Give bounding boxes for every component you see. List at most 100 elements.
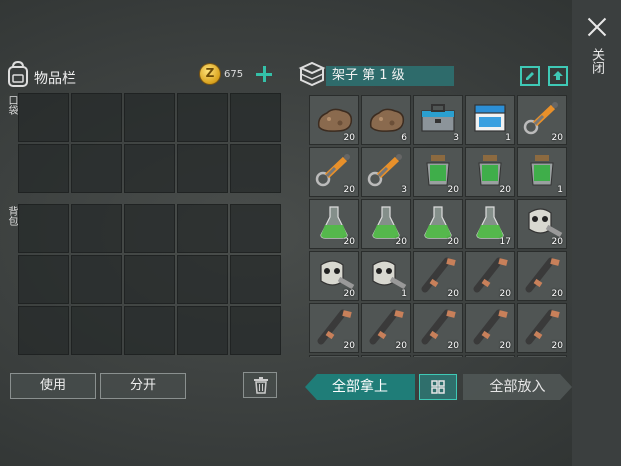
shelf-slot[interactable]: 1	[361, 251, 411, 301]
item-quantity: 20	[343, 185, 355, 195]
shelf-slot[interactable]: 20	[309, 147, 359, 197]
shelf-slot[interactable]: 20	[361, 303, 411, 353]
rename-button[interactable]	[520, 66, 540, 86]
pocket-slot[interactable]	[177, 93, 228, 142]
shelf-slot[interactable]	[361, 355, 411, 357]
stone-icon	[369, 108, 405, 132]
item-quantity: 20	[499, 185, 511, 195]
trash-button[interactable]	[243, 372, 277, 398]
coin-count: 675	[224, 69, 244, 80]
shelf-slot[interactable]: 1	[517, 147, 567, 197]
pocket-slot[interactable]	[71, 93, 122, 142]
shelf-title: 架子 第 1 级	[326, 66, 454, 86]
backpack-slot[interactable]	[177, 204, 228, 253]
shelf-slot[interactable]: 20	[517, 251, 567, 301]
shelf-slot[interactable]: 20	[465, 147, 515, 197]
backpack-slot[interactable]	[230, 255, 281, 304]
item-quantity: 20	[447, 185, 459, 195]
edit-icon	[526, 72, 534, 80]
shelf-slot[interactable]: 20	[413, 251, 463, 301]
add-coins-button[interactable]	[256, 66, 272, 82]
stone-icon	[317, 108, 353, 132]
shelf-slot[interactable]	[309, 355, 359, 357]
use-button[interactable]: 使用	[10, 373, 96, 399]
shelf-slot[interactable]: 20	[413, 199, 463, 249]
pocket-slot[interactable]	[18, 144, 69, 193]
shelf-slot[interactable]: 20	[465, 251, 515, 301]
item-quantity: 3	[453, 133, 459, 143]
item-quantity: 20	[447, 289, 459, 299]
item-quantity: 20	[499, 341, 511, 351]
item-quantity: 20	[395, 237, 407, 247]
backpack-slot[interactable]	[177, 255, 228, 304]
pocket-slot[interactable]	[124, 144, 175, 193]
item-quantity: 1	[401, 289, 407, 299]
pipe-icon	[525, 309, 560, 345]
backpack-slot[interactable]	[124, 255, 175, 304]
green-flask-icon	[320, 206, 348, 239]
item-quantity: 6	[401, 133, 407, 143]
green-canister-icon	[426, 155, 450, 186]
backpack-slot[interactable]	[124, 204, 175, 253]
item-quantity: 20	[551, 289, 563, 299]
shelf-slot[interactable]: 6	[361, 95, 411, 145]
backpack-slot[interactable]	[124, 306, 175, 355]
backpack-slot[interactable]	[71, 255, 122, 304]
upgrade-button[interactable]	[548, 66, 568, 86]
backpack-slot[interactable]	[18, 255, 69, 304]
pipe-icon	[421, 257, 456, 293]
shelf-slot[interactable]: 3	[413, 95, 463, 145]
pocket-slot[interactable]	[230, 144, 281, 193]
shelf-slot[interactable]: 20	[361, 199, 411, 249]
shelf-grid: 20 6 3 1 20 20 3 20 20 1 20 20 20 17 20 20 1 20 20 20 20 20 20…	[309, 95, 568, 357]
shelf-slot[interactable]	[517, 355, 567, 357]
shelf-slot[interactable]: 20	[309, 95, 359, 145]
cooler-box-icon	[474, 104, 506, 132]
trash-icon	[254, 377, 268, 394]
take-all-button[interactable]: 全部拿上	[305, 374, 415, 400]
shelf-slot[interactable]: 20	[309, 199, 359, 249]
shelf-slot[interactable]: 20	[309, 251, 359, 301]
pocket-grid	[18, 93, 281, 193]
backpack-slot[interactable]	[18, 204, 69, 253]
shelf-slot[interactable]: 3	[361, 147, 411, 197]
grid-icon	[431, 380, 445, 394]
backpack-slot[interactable]	[230, 306, 281, 355]
backpack-icon	[8, 61, 28, 87]
shelf-slot[interactable]: 20	[413, 147, 463, 197]
shelf-slot[interactable]: 20	[517, 199, 567, 249]
shelf-slot[interactable]: 20	[465, 303, 515, 353]
pocket-slot[interactable]	[230, 93, 281, 142]
pipe-icon	[369, 309, 404, 345]
item-quantity: 1	[557, 185, 563, 195]
shelf-slot[interactable]: 20	[517, 303, 567, 353]
shelf-slot[interactable]: 1	[465, 95, 515, 145]
shelf-slot[interactable]: 20	[413, 303, 463, 353]
shelf-slot[interactable]	[413, 355, 463, 357]
item-quantity: 20	[447, 237, 459, 247]
item-quantity: 3	[401, 185, 407, 195]
backpack-slot[interactable]	[71, 306, 122, 355]
shelf-slot[interactable]	[465, 355, 515, 357]
pipe-icon	[473, 257, 508, 293]
pocket-slot[interactable]	[71, 144, 122, 193]
sort-button[interactable]	[419, 374, 457, 400]
gas-mask-icon	[320, 260, 355, 290]
shock-absorber-icon	[367, 154, 402, 187]
put-all-button[interactable]: 全部放入	[463, 374, 572, 400]
backpack-slot[interactable]	[71, 204, 122, 253]
backpack-slot[interactable]	[230, 204, 281, 253]
pocket-slot[interactable]	[177, 144, 228, 193]
close-icon[interactable]	[585, 15, 609, 39]
backpack-slot[interactable]	[177, 306, 228, 355]
backpack-slot[interactable]	[18, 306, 69, 355]
shelf-slot[interactable]: 17	[465, 199, 515, 249]
green-flask-icon	[476, 206, 504, 239]
pocket-slot[interactable]	[18, 93, 69, 142]
shelf-slot[interactable]: 20	[517, 95, 567, 145]
green-flask-icon	[424, 206, 452, 239]
close-label[interactable]: 关闭	[589, 48, 604, 74]
shelf-slot[interactable]: 20	[309, 303, 359, 353]
pocket-slot[interactable]	[124, 93, 175, 142]
split-button[interactable]: 分开	[100, 373, 186, 399]
